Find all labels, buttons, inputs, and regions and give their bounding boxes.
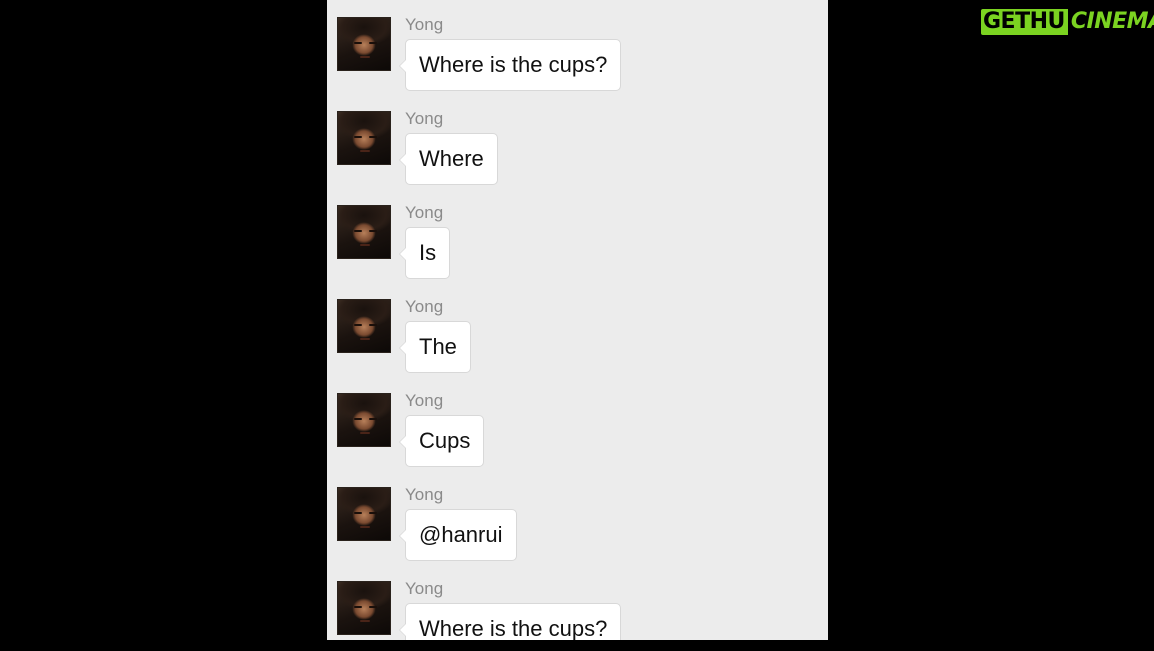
sender-name: Yong: [405, 203, 444, 222]
video-frame: Yong Where is the cups? Yong Where Yong …: [0, 0, 1154, 651]
message-bubble[interactable]: Where is the cups?: [398, 603, 622, 640]
chat-message: Yong Where: [337, 94, 817, 188]
sender-name: Yong: [405, 579, 444, 598]
avatar[interactable]: [337, 581, 391, 635]
avatar[interactable]: [337, 487, 391, 541]
sender-name: Yong: [405, 297, 444, 316]
chat-message: Yong @hanrui: [337, 470, 817, 564]
message-bubble[interactable]: @hanrui: [399, 509, 517, 561]
message-bubble[interactable]: Cups: [398, 415, 485, 467]
watermark-logo: GETHU CINEMA: [981, 9, 1154, 35]
chat-screen: Yong Where is the cups? Yong Where Yong …: [327, 0, 828, 640]
message-bubble[interactable]: Is: [398, 227, 451, 279]
message-bubble[interactable]: Where is the cups?: [398, 39, 622, 91]
message-bubble[interactable]: Where: [399, 133, 498, 185]
chat-message: Yong The: [337, 282, 817, 376]
message-bubble[interactable]: The: [399, 321, 471, 373]
chat-message: Yong Where is the cups?: [337, 0, 817, 94]
chat-message: Yong Is: [337, 188, 817, 282]
avatar[interactable]: [337, 17, 391, 71]
watermark-part1: GETHU: [981, 9, 1068, 35]
chat-message: Yong Where is the cups?: [337, 564, 817, 640]
sender-name: Yong: [405, 485, 444, 504]
avatar[interactable]: [337, 205, 391, 259]
sender-name: Yong: [405, 15, 444, 34]
chat-message: Yong Cups: [337, 376, 817, 470]
watermark-part2: CINEMA: [1070, 9, 1154, 34]
sender-name: Yong: [405, 391, 444, 410]
avatar[interactable]: [337, 111, 391, 165]
avatar[interactable]: [337, 299, 391, 353]
avatar[interactable]: [337, 393, 391, 447]
sender-name: Yong: [405, 109, 444, 128]
